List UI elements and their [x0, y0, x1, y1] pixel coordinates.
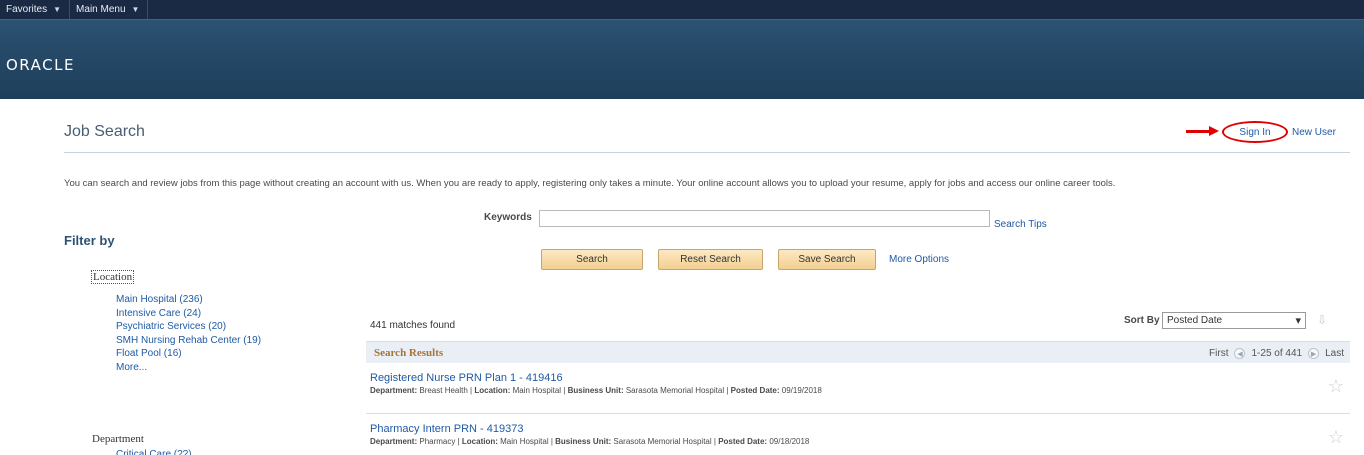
filter-by-heading: Filter by [64, 233, 115, 248]
filter-more-link[interactable]: More... [116, 361, 261, 375]
page-title: Job Search [64, 123, 145, 140]
favorites-label: Favorites [6, 4, 48, 15]
chevron-down-icon: ▾ [1295, 315, 1301, 327]
job-title-link[interactable]: Registered Nurse PRN Plan 1 - 419416 [370, 372, 1350, 384]
job-title-link[interactable]: Pharmacy Intern PRN - 419373 [370, 423, 1350, 435]
favorites-menu[interactable]: Favorites ▼ [0, 0, 71, 19]
star-outline-icon[interactable]: ☆ [1328, 427, 1344, 448]
filter-item-float-pool[interactable]: Float Pool (16) [116, 347, 261, 361]
keywords-input[interactable] [539, 210, 990, 227]
job-department: Pharmacy [419, 437, 456, 446]
job-divider [366, 413, 1350, 414]
intro-text: You can search and review jobs from this… [64, 178, 1116, 189]
pager-last-link[interactable]: Last [1325, 348, 1344, 359]
sort-by-label: Sort By [1124, 315, 1160, 326]
reset-search-button[interactable]: Reset Search [658, 249, 763, 270]
job-result-row: Pharmacy Intern PRN - 419373 Department:… [370, 423, 1350, 448]
sort-by-value: Posted Date [1167, 315, 1223, 326]
department-filter-heading[interactable]: Department [92, 433, 144, 445]
sort-down-arrow-icon[interactable]: ⇩ [1317, 313, 1327, 327]
job-business-unit-label: Business Unit: [567, 386, 624, 395]
filter-item-department-first[interactable]: Critical Care (??) [116, 449, 226, 455]
pager-range: 1-25 of 441 [1251, 348, 1303, 359]
job-business-unit: Sarasota Memorial Hospital [625, 386, 725, 395]
job-department: Breast Health [419, 386, 468, 395]
job-department-label: Department: [370, 386, 418, 395]
new-user-link[interactable]: New User [1292, 127, 1336, 138]
sign-in-link[interactable]: Sign In [1239, 127, 1270, 138]
sort-by-select[interactable]: Posted Date ▾ [1162, 312, 1306, 329]
filter-item-smh-nursing-rehab[interactable]: SMH Nursing Rehab Center (19) [116, 334, 261, 348]
job-location: Main Hospital [500, 437, 549, 446]
oracle-logo: ORACLE [6, 56, 75, 74]
job-location-label: Location: [461, 437, 498, 446]
more-options-link[interactable]: More Options [889, 254, 949, 265]
filter-item-main-hospital[interactable]: Main Hospital (236) [116, 293, 261, 307]
job-posted-date: 09/18/2018 [769, 437, 810, 446]
sign-in-highlight-circle: Sign In [1222, 121, 1288, 143]
job-posted-label: Posted Date: [730, 386, 780, 395]
caret-down-icon: ▼ [131, 5, 140, 14]
save-search-button[interactable]: Save Search [778, 249, 876, 270]
main-menu-label: Main Menu [76, 4, 126, 15]
top-nav-bar: Favorites ▼ Main Menu ▼ [0, 0, 1364, 19]
search-tips-link[interactable]: Search Tips [994, 219, 1047, 230]
location-filter-heading[interactable]: Location [91, 270, 135, 284]
job-location-label: Location: [474, 386, 511, 395]
job-posted-label: Posted Date: [718, 437, 768, 446]
keywords-label: Keywords [484, 212, 532, 223]
pagination: First ◀ 1-25 of 441 ▶ Last [1209, 348, 1344, 359]
search-button[interactable]: Search [541, 249, 643, 270]
search-results-header: Search Results First ◀ 1-25 of 441 ▶ Las… [366, 341, 1350, 363]
location-filter-list: Main Hospital (236) Intensive Care (24) … [116, 293, 261, 374]
filter-item-psychiatric-services[interactable]: Psychiatric Services (20) [116, 320, 261, 334]
caret-down-icon: ▼ [53, 5, 62, 14]
job-meta: Department: Pharmacy | Location: Main Ho… [370, 437, 810, 446]
header-banner: ORACLE [0, 19, 1364, 99]
chevron-right-icon[interactable]: ▶ [1308, 348, 1320, 359]
job-business-unit-label: Business Unit: [555, 437, 612, 446]
job-result-row: Registered Nurse PRN Plan 1 - 419416 Dep… [370, 372, 1350, 397]
search-results-title: Search Results [374, 347, 444, 359]
pager-first-link[interactable]: First [1209, 348, 1228, 359]
title-divider [64, 152, 1350, 153]
filter-item-intensive-care[interactable]: Intensive Care (24) [116, 307, 261, 321]
star-outline-icon[interactable]: ☆ [1328, 376, 1344, 397]
job-meta: Department: Breast Health | Location: Ma… [370, 386, 822, 395]
main-menu[interactable]: Main Menu ▼ [70, 0, 149, 19]
job-posted-date: 09/19/2018 [781, 386, 822, 395]
matches-count: 441 matches found [370, 320, 456, 331]
chevron-left-icon[interactable]: ◀ [1234, 348, 1246, 359]
red-arrow-head-icon [1209, 126, 1219, 136]
job-location: Main Hospital [512, 386, 562, 395]
job-department-label: Department: [370, 437, 418, 446]
job-business-unit: Sarasota Memorial Hospital [613, 437, 712, 446]
